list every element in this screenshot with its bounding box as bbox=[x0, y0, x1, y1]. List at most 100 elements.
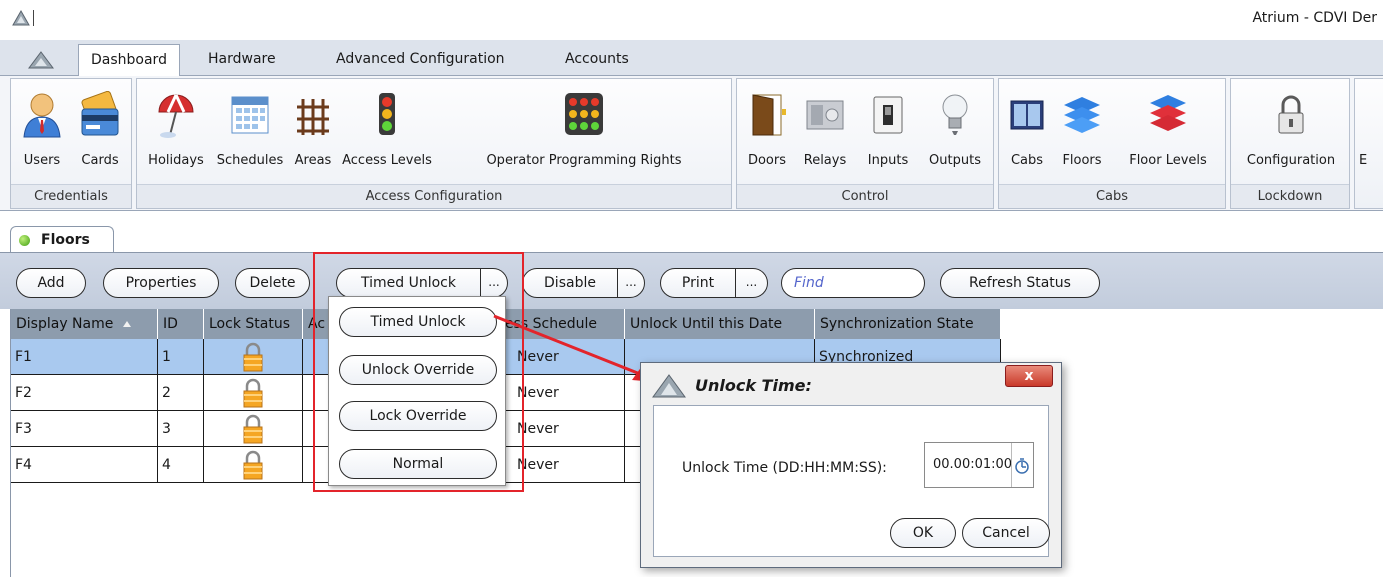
holidays-button[interactable]: Holidays bbox=[143, 85, 209, 181]
cabs-label: Cabs bbox=[1010, 153, 1044, 168]
cell-id: 3 bbox=[158, 411, 204, 447]
status-dot-icon bbox=[19, 235, 30, 246]
ribbon: Users Cards Credentials Holidays Schedul… bbox=[0, 76, 1383, 211]
doors-icon bbox=[752, 94, 786, 136]
cell-lock-status bbox=[204, 411, 303, 447]
users-label: Users bbox=[23, 153, 61, 168]
floors-icon bbox=[1064, 97, 1100, 133]
operator-programming-rights-button[interactable]: Operator Programming Rights bbox=[439, 85, 729, 181]
cell-id: 4 bbox=[158, 447, 204, 483]
app-menu-tab[interactable] bbox=[10, 44, 66, 77]
cards-button[interactable]: Cards bbox=[71, 85, 129, 181]
unlock-time-label: Unlock Time (DD:HH:MM:SS): bbox=[682, 460, 887, 476]
schedules-label: Schedules bbox=[216, 153, 284, 168]
relays-button[interactable]: Relays bbox=[795, 85, 855, 181]
floor-levels-button[interactable]: Floor Levels bbox=[1113, 85, 1223, 181]
holidays-label: Holidays bbox=[148, 153, 204, 168]
disable-button[interactable]: Disable bbox=[523, 269, 617, 297]
column-header-display-name[interactable]: Display Name bbox=[11, 309, 158, 339]
app-logo-icon bbox=[12, 10, 30, 26]
schedules-icon bbox=[231, 96, 269, 134]
schedules-button[interactable]: Schedules bbox=[213, 85, 287, 181]
cell-lock-status bbox=[204, 447, 303, 483]
close-button[interactable]: x bbox=[1005, 365, 1053, 387]
window-title: Atrium - CDVI Der bbox=[1252, 10, 1377, 26]
cancel-button[interactable]: Cancel bbox=[962, 518, 1050, 548]
holidays-icon bbox=[158, 94, 194, 138]
padlock-icon bbox=[243, 450, 263, 480]
access-levels-button[interactable]: Access Levels bbox=[337, 85, 437, 181]
ok-button[interactable]: OK bbox=[890, 518, 956, 548]
ribbon-group-control: Doors Relays Inputs Outputs Control bbox=[736, 78, 994, 209]
arrow-icon bbox=[493, 314, 655, 382]
cell-display-name: F1 bbox=[11, 339, 158, 375]
tab-accounts[interactable]: Accounts bbox=[553, 44, 641, 77]
column-header-sync-state[interactable]: Synchronization State bbox=[815, 309, 1001, 339]
operator-programming-rights-label: Operator Programming Rights bbox=[486, 153, 682, 168]
inputs-button[interactable]: Inputs bbox=[857, 85, 919, 181]
find-input[interactable] bbox=[781, 268, 925, 298]
partial-button[interactable]: E bbox=[1359, 85, 1383, 181]
areas-label: Areas bbox=[294, 153, 332, 168]
cabs-button[interactable]: Cabs bbox=[1003, 85, 1051, 181]
lockdown-configuration-button[interactable]: Configuration bbox=[1235, 85, 1347, 181]
disable-split-button: Disable ... bbox=[522, 268, 645, 298]
properties-button[interactable]: Properties bbox=[103, 268, 219, 298]
print-more-button[interactable]: ... bbox=[736, 269, 767, 297]
cards-icon bbox=[81, 91, 119, 136]
ribbon-group-lockdown: Configuration Lockdown bbox=[1230, 78, 1350, 209]
operator-rights-icon bbox=[565, 93, 603, 135]
app-logo-icon bbox=[652, 374, 686, 398]
dialog-title-text: Unlock Time: bbox=[695, 376, 812, 395]
refresh-status-button[interactable]: Refresh Status bbox=[940, 268, 1100, 298]
title-separator bbox=[33, 10, 34, 26]
inputs-label: Inputs bbox=[867, 153, 909, 168]
cell-display-name: F2 bbox=[11, 375, 158, 411]
print-button[interactable]: Print bbox=[661, 269, 735, 297]
ribbon-group-label-control: Control bbox=[737, 184, 993, 208]
cell-lock-status bbox=[204, 339, 303, 375]
column-header-lock-status[interactable]: Lock Status bbox=[204, 309, 303, 339]
users-button[interactable]: Users bbox=[15, 85, 69, 181]
padlock-icon bbox=[243, 378, 263, 408]
relays-label: Relays bbox=[803, 153, 847, 168]
lockdown-configuration-label: Configuration bbox=[1246, 153, 1336, 168]
disable-more-button[interactable]: ... bbox=[618, 269, 644, 297]
dialog-title: Unlock Time: bbox=[651, 371, 812, 401]
tab-advanced-configuration[interactable]: Advanced Configuration bbox=[324, 44, 517, 77]
lockdown-configuration-icon bbox=[1278, 95, 1304, 134]
delete-button[interactable]: Delete bbox=[235, 268, 310, 298]
tab-hardware[interactable]: Hardware bbox=[196, 44, 288, 77]
ribbon-group-partial: E bbox=[1354, 78, 1383, 209]
column-header-id[interactable]: ID bbox=[158, 309, 204, 339]
unlock-time-field[interactable]: 00.00:01:00 bbox=[924, 442, 1034, 488]
floor-levels-label: Floor Levels bbox=[1129, 153, 1207, 168]
toolbar: Add Properties Delete Timed Unlock ... D… bbox=[0, 253, 1383, 309]
areas-button[interactable]: Areas bbox=[291, 85, 335, 181]
tab-dashboard[interactable]: Dashboard bbox=[78, 44, 180, 77]
unlock-time-value: 00.00:01:00 bbox=[933, 457, 1013, 472]
stopwatch-icon bbox=[1015, 458, 1029, 474]
cell-lock-status bbox=[204, 375, 303, 411]
cell-display-name: F4 bbox=[11, 447, 158, 483]
ribbon-group-label-lockdown: Lockdown bbox=[1231, 184, 1349, 208]
outputs-label: Outputs bbox=[929, 153, 981, 168]
dialog-body: Unlock Time (DD:HH:MM:SS): 00.00:01:00 O… bbox=[653, 405, 1050, 557]
floors-label: Floors bbox=[1062, 153, 1102, 168]
doors-label: Doors bbox=[747, 153, 787, 168]
tab-floors-label: Floors bbox=[41, 232, 90, 248]
time-picker-button[interactable] bbox=[1011, 443, 1033, 487]
add-button[interactable]: Add bbox=[16, 268, 86, 298]
ribbon-group-label-access-configuration: Access Configuration bbox=[137, 184, 731, 208]
padlock-icon bbox=[243, 342, 263, 372]
ribbon-group-label-cabs: Cabs bbox=[999, 184, 1225, 208]
tab-floors[interactable]: Floors bbox=[10, 226, 114, 254]
access-levels-label: Access Levels bbox=[342, 153, 432, 168]
floors-button[interactable]: Floors bbox=[1053, 85, 1111, 181]
cell-id: 1 bbox=[158, 339, 204, 375]
outputs-button[interactable]: Outputs bbox=[921, 85, 989, 181]
access-levels-icon bbox=[379, 93, 395, 135]
cell-display-name: F3 bbox=[11, 411, 158, 447]
doors-button[interactable]: Doors bbox=[741, 85, 793, 181]
sort-asc-icon bbox=[122, 321, 131, 327]
